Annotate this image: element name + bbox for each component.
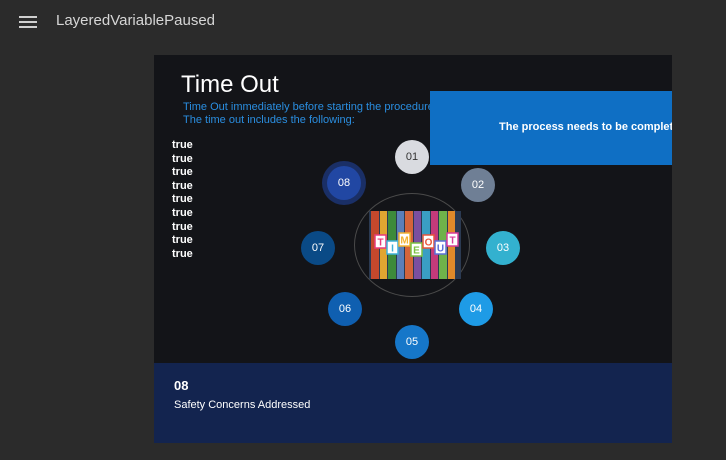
step-node-04[interactable]: 04 bbox=[459, 292, 493, 326]
checklist-item: true bbox=[172, 234, 193, 247]
top-bar: LayeredVariablePaused bbox=[0, 0, 726, 44]
step-node-03[interactable]: 03 bbox=[486, 231, 520, 265]
letter-tile-text: E bbox=[413, 246, 420, 257]
checklist-item: true bbox=[172, 220, 193, 233]
callout-box: The process needs to be completed before bbox=[430, 91, 672, 165]
app-title: LayeredVariablePaused bbox=[56, 12, 216, 29]
callout-text: The process needs to be completed before bbox=[499, 121, 672, 133]
letter-tile-text: I bbox=[391, 244, 394, 255]
step-node-02[interactable]: 02 bbox=[461, 168, 495, 202]
slide-panel: Time Out Time Out immediately before sta… bbox=[154, 55, 672, 443]
checklist-item: true bbox=[172, 206, 193, 219]
description-line-1: Time Out immediately before starting the… bbox=[183, 101, 434, 113]
detail-label: Safety Concerns Addressed bbox=[174, 399, 311, 411]
checklist-item: true bbox=[172, 247, 193, 260]
slide-title: Time Out bbox=[181, 71, 279, 98]
letter-tile-text: T bbox=[449, 236, 455, 247]
checklist: true true true true true true true true … bbox=[172, 139, 193, 261]
checklist-item: true bbox=[172, 139, 193, 151]
checklist-item: true bbox=[172, 179, 193, 192]
checklist-item: true bbox=[172, 193, 193, 206]
slide-description: Time Out immediately before starting the… bbox=[183, 101, 434, 127]
checklist-item: true bbox=[172, 166, 193, 179]
checklist-item: true bbox=[172, 152, 193, 165]
timeout-image: TIMEOUT bbox=[369, 211, 461, 279]
step-node-01[interactable]: 01 bbox=[395, 140, 429, 174]
letter-tile-text: M bbox=[400, 236, 408, 247]
step-node-05[interactable]: 05 bbox=[395, 325, 429, 359]
step-node-08[interactable]: 08 bbox=[327, 166, 361, 200]
letter-tile-text: O bbox=[425, 238, 433, 249]
hamburger-menu-icon[interactable] bbox=[19, 16, 37, 28]
step-node-07[interactable]: 07 bbox=[301, 231, 335, 265]
letter-tile-text: U bbox=[437, 244, 444, 255]
letter-tile-text: T bbox=[377, 238, 383, 249]
detail-panel: 08 Safety Concerns Addressed bbox=[154, 363, 672, 443]
detail-number: 08 bbox=[174, 378, 189, 393]
description-line-2: The time out includes the following: bbox=[183, 114, 355, 126]
step-node-06[interactable]: 06 bbox=[328, 292, 362, 326]
